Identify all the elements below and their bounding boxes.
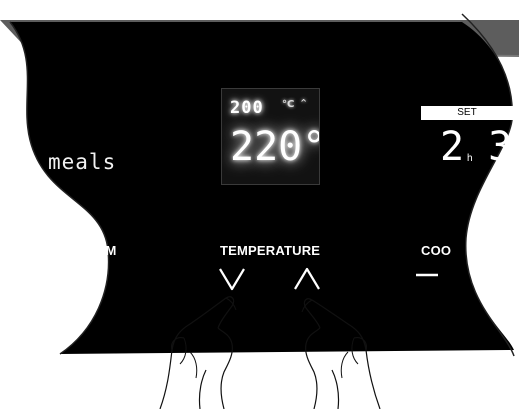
cook-label: COO xyxy=(421,243,452,258)
timer-set-label: SET xyxy=(421,106,513,120)
right-hand-outline xyxy=(303,298,381,409)
temperature-up-button[interactable] xyxy=(289,262,325,294)
temperature-label: TEMPERATURE xyxy=(220,243,321,258)
left-hand-outline xyxy=(159,296,235,409)
arrow-up-small-icon: ⌃ xyxy=(299,97,309,110)
chevron-down-icon xyxy=(219,268,245,291)
cook-minus-button[interactable] xyxy=(412,262,442,286)
current-temperature-value: 220° xyxy=(230,124,320,170)
mode-display-text: meals xyxy=(48,150,117,174)
set-temperature-value: 200 xyxy=(230,98,264,118)
temperature-display: 200 °C ⌃ 220° xyxy=(221,88,320,185)
oven-control-panel-illustration: meals 200 °C ⌃ 220° SET 2 3 h STEAM TEMP… xyxy=(0,0,519,409)
chevron-up-icon xyxy=(294,267,320,290)
temperature-unit: °C xyxy=(282,99,295,110)
timer-digits: 2 3 xyxy=(440,124,513,170)
temperature-down-button[interactable] xyxy=(214,262,250,294)
timer-unit: h xyxy=(467,153,473,164)
steam-button[interactable] xyxy=(68,240,122,300)
hands-illustration xyxy=(159,296,381,409)
minus-icon xyxy=(416,273,438,277)
steam-icon xyxy=(80,268,106,292)
